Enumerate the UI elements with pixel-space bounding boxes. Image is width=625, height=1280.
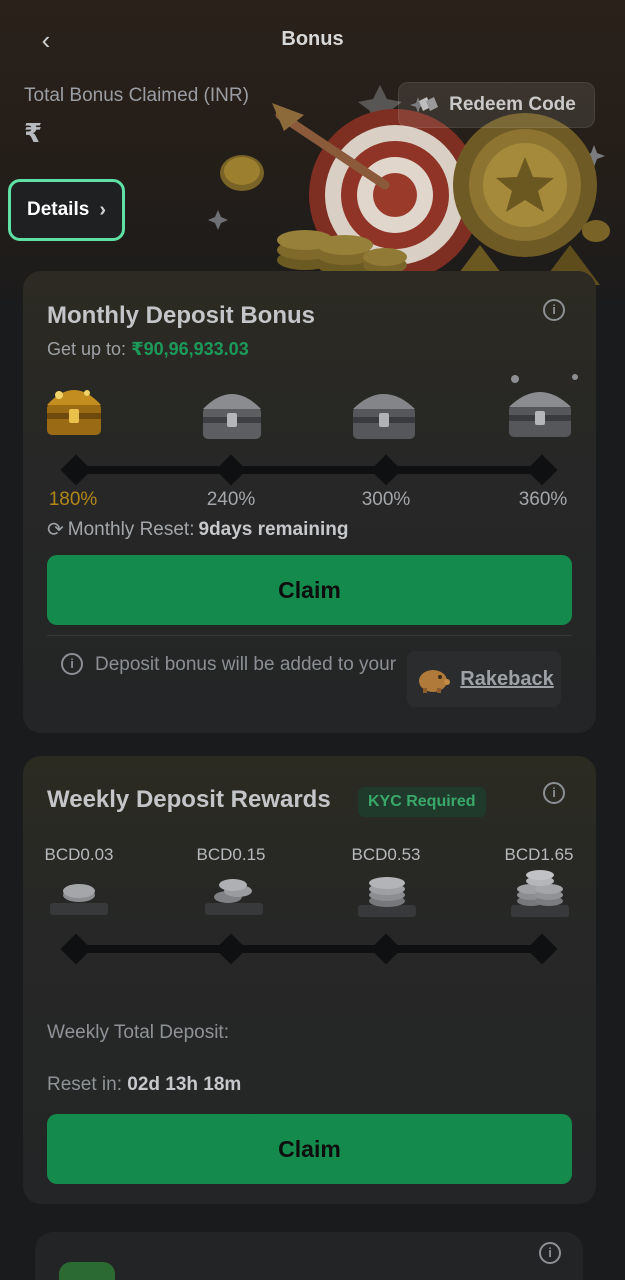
weekly-total-deposit-label: Weekly Total Deposit: xyxy=(47,1022,229,1043)
monthly-reset-line: ⟳ Monthly Reset: 9days remaining xyxy=(47,517,348,542)
weekly-reset-label: Reset in: xyxy=(47,1074,122,1095)
tier-percent: 360% xyxy=(518,489,568,510)
monthly-reset-label: Monthly Reset: xyxy=(67,518,195,540)
tier-node xyxy=(60,454,92,486)
info-icon: i xyxy=(61,653,83,675)
info-icon[interactable]: i xyxy=(543,782,565,804)
reward-amount: BCD0.15 xyxy=(196,845,266,864)
hero-banner: ‹ Bonus Total Bonus Claimed (INR) ₹ Rede… xyxy=(0,0,625,300)
tier-node xyxy=(370,454,402,486)
rakeback-link-pill[interactable]: Rakeback xyxy=(407,651,561,707)
monthly-reset-value: 9days remaining xyxy=(198,518,349,540)
details-button[interactable]: Details › xyxy=(8,179,125,241)
chevron-right-icon: › xyxy=(99,198,106,221)
info-icon[interactable]: i xyxy=(539,1242,561,1264)
tier-node xyxy=(526,454,558,486)
reward-node xyxy=(60,933,92,965)
get-up-to-amount: ₹90,96,933.03 xyxy=(131,339,249,359)
tier-percent: 240% xyxy=(206,489,256,510)
weekly-deposit-rewards-card: Weekly Deposit Rewards KYC Required i BC… xyxy=(23,756,596,1204)
weekly-reset-value: 02d 13h 18m xyxy=(127,1074,242,1095)
treasure-chest-silver-icon xyxy=(353,394,415,439)
coins-small-icon xyxy=(205,879,263,915)
weekly-reset-line: Reset in: 02d 13h 18m xyxy=(47,1074,241,1096)
tier-percent: 300% xyxy=(361,489,411,510)
monthly-progress-track xyxy=(71,466,555,474)
monthly-deposit-bonus-card: Monthly Deposit Bonus i Get up to: ₹90,9… xyxy=(23,271,596,733)
ticket-icon xyxy=(419,97,439,111)
total-bonus-value: ₹ xyxy=(24,118,43,148)
total-bonus-label: Total Bonus Claimed (INR) xyxy=(24,85,249,106)
piggy-bank-icon xyxy=(419,670,451,693)
deposit-bonus-note: i Deposit bonus will be added to your xyxy=(61,649,400,680)
tier-percent: 180% xyxy=(48,489,98,510)
info-icon[interactable]: i xyxy=(543,299,565,321)
divider xyxy=(47,635,572,636)
treasure-chest-gold-icon xyxy=(47,390,101,435)
monthly-card-title: Monthly Deposit Bonus xyxy=(47,302,315,329)
treasure-chest-silver-icon xyxy=(509,374,578,437)
get-up-to-label: Get up to: xyxy=(47,339,127,359)
top-bar: ‹ Bonus xyxy=(0,0,625,82)
reward-amount: BCD0.03 xyxy=(44,845,114,864)
coins-small-icon xyxy=(50,884,108,915)
weekly-progress-track xyxy=(71,945,555,953)
tier-node xyxy=(215,454,247,486)
reward-node xyxy=(526,933,558,965)
redeem-code-label: Redeem Code xyxy=(449,94,576,115)
kyc-required-badge: KYC Required xyxy=(358,787,486,817)
coin-stack-large-icon xyxy=(511,870,569,917)
rakeback-link[interactable]: Rakeback xyxy=(460,668,553,691)
weekly-claim-button[interactable]: Claim xyxy=(47,1114,572,1184)
page-title: Bonus xyxy=(281,28,344,50)
bonus-card-icon xyxy=(59,1262,115,1280)
refresh-icon: ⟳ xyxy=(47,519,64,541)
reward-node xyxy=(370,933,402,965)
weekly-card-title: Weekly Deposit Rewards xyxy=(47,786,331,813)
details-label: Details xyxy=(27,199,90,220)
treasure-chest-silver-icon xyxy=(203,394,261,439)
monthly-claim-button[interactable]: Claim xyxy=(47,555,572,625)
reward-amount: BCD0.53 xyxy=(351,845,421,864)
redeem-code-button[interactable]: Redeem Code xyxy=(398,82,595,128)
bonus-card-partial: i xyxy=(35,1232,583,1280)
get-up-to-text: Get up to: ₹90,96,933.03 xyxy=(47,339,249,360)
coin-stack-icon xyxy=(358,877,416,917)
reward-node xyxy=(215,933,247,965)
deposit-bonus-note-text: Deposit bonus will be added to your xyxy=(95,654,397,675)
